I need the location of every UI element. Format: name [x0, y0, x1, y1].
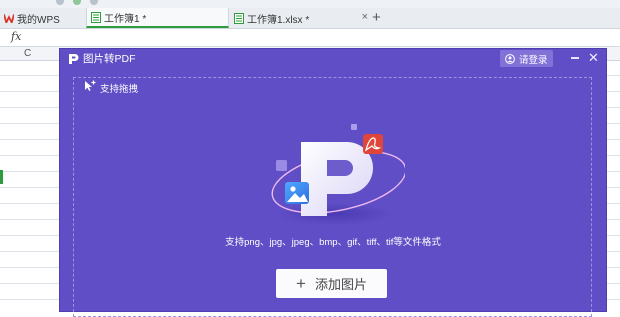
login-button[interactable]: 请登录 — [500, 50, 553, 67]
user-icon — [505, 53, 515, 64]
column-label[interactable]: C — [24, 47, 31, 60]
tab-label: 工作簿1.xlsx * — [247, 14, 310, 26]
tab-workbook1[interactable]: 工作簿1 * — [86, 8, 229, 28]
drag-hint-label: 支持拖拽 — [100, 83, 139, 95]
spreadsheet-icon — [234, 12, 244, 24]
close-tab-icon[interactable]: × — [362, 11, 368, 23]
image-to-pdf-dialog: 图片转PDF 请登录 ✕ 支持拖拽 支持png、jpg、jpeg、bmp、gif… — [60, 49, 606, 317]
tab-label: 工作簿1 * — [104, 13, 147, 25]
new-tab-icon[interactable]: + — [372, 9, 381, 27]
fx-icon[interactable]: fx — [11, 30, 21, 43]
tab-label: 我的WPS — [17, 14, 60, 26]
drag-cursor-icon — [84, 80, 100, 95]
plus-icon: + — [296, 274, 306, 293]
pdf-app-logo-icon — [68, 53, 79, 68]
login-label: 请登录 — [519, 54, 548, 66]
window-control-icon[interactable] — [73, 0, 81, 5]
close-icon[interactable]: ✕ — [588, 51, 599, 65]
add-image-button[interactable]: + 添加图片 — [276, 269, 387, 298]
window-control-icon[interactable] — [90, 0, 98, 5]
dialog-title: 图片转PDF — [83, 53, 136, 65]
add-image-label: 添加图片 — [314, 277, 367, 292]
tab-workbook1-xlsx[interactable]: 工作簿1.xlsx * × — [232, 8, 372, 28]
supported-formats-text: 支持png、jpg、jpeg、bmp、gif、tiff、tif等文件格式 — [225, 237, 441, 248]
window-control-icon[interactable] — [56, 0, 64, 5]
dialog-titlebar: 图片转PDF 请登录 ✕ — [60, 49, 606, 69]
hero-illustration — [265, 124, 407, 233]
wps-logo-icon — [4, 13, 14, 24]
tab-my-wps[interactable]: 我的WPS — [4, 8, 82, 28]
document-tab-bar: 我的WPS 工作簿1 * 工作簿1.xlsx * × + — [0, 8, 620, 29]
minimize-icon[interactable] — [571, 57, 579, 59]
formula-bar[interactable]: fx — [0, 29, 620, 47]
spreadsheet-icon — [91, 11, 101, 23]
drag-hint: 支持拖拽 — [84, 80, 138, 95]
selection-marker — [0, 170, 3, 184]
